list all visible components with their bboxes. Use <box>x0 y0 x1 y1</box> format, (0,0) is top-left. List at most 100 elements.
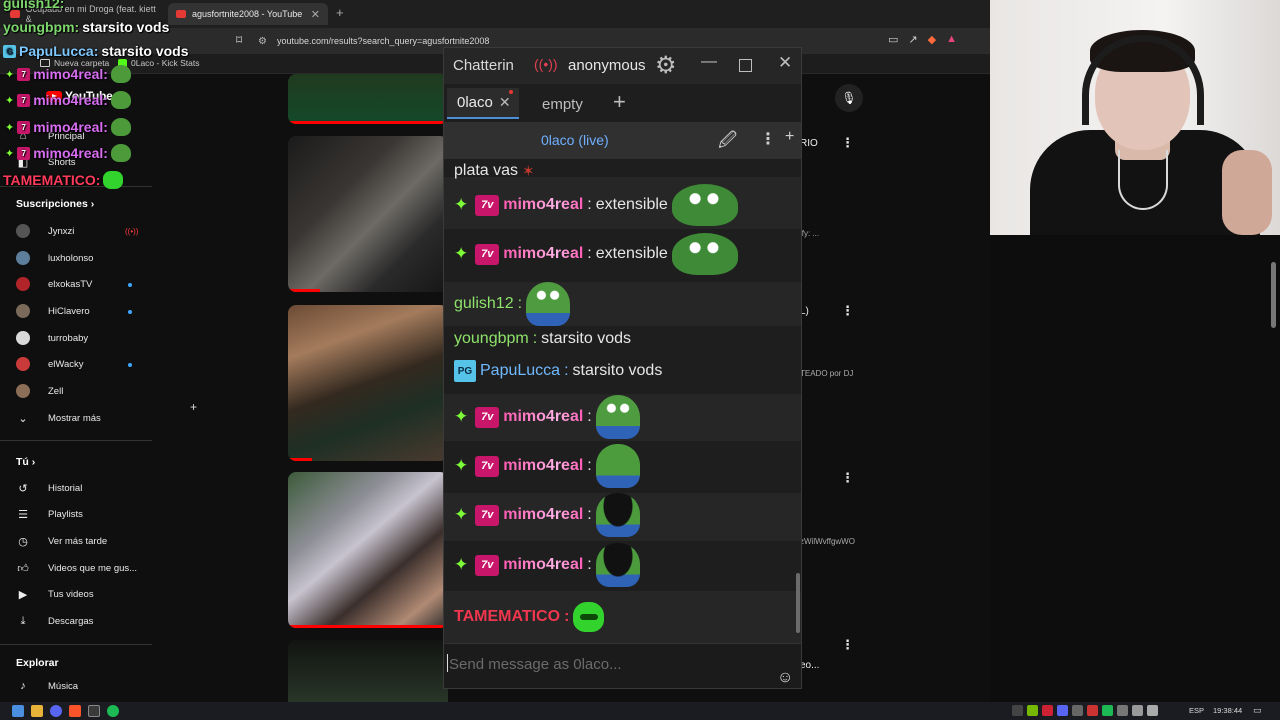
chat-username[interactable]: mimo4real <box>503 245 583 263</box>
chat-username[interactable]: gulish12 <box>454 295 514 313</box>
microphone-icon[interactable]: 🎙︎ <box>835 84 863 112</box>
subscriptions-heading[interactable]: Suscripciones › <box>16 198 94 210</box>
clock-icon: ◷ <box>18 535 28 548</box>
rewards-icon[interactable]: ▲ <box>946 33 957 46</box>
message-text: starsito vods <box>541 330 631 347</box>
chat-username[interactable]: mimo4real <box>503 556 583 574</box>
tab-empty[interactable]: empty <box>542 96 583 113</box>
history-icon: ↺ <box>18 482 28 495</box>
sidebar-item-zell[interactable]: Zell <box>16 381 63 401</box>
chatterin-icon[interactable] <box>88 705 100 717</box>
chat-username[interactable]: youngbpm <box>454 330 529 348</box>
emoji-picker-icon[interactable]: ☺ <box>777 669 793 687</box>
tray-app-icon[interactable] <box>1042 705 1053 716</box>
explore-heading: Explorar <box>16 657 59 669</box>
tray-spotify-icon[interactable] <box>1102 705 1113 716</box>
avatar <box>16 277 30 291</box>
notifications-icon[interactable]: ▭ <box>1253 705 1262 716</box>
message-input[interactable] <box>447 653 767 675</box>
browser-tab-youtube[interactable]: agusfortnite2008 - YouTube ✕ <box>168 3 328 25</box>
close-tab-icon[interactable]: ✕ <box>499 94 511 111</box>
chat-message: ✦ 7v mimo4real: <box>454 493 640 537</box>
discord-icon[interactable] <box>50 705 62 717</box>
nvidia-icon[interactable] <box>1027 705 1038 716</box>
new-content-dot <box>128 283 132 287</box>
tray-discord-icon[interactable] <box>1057 705 1068 716</box>
chat-username[interactable]: TAMEMATICO <box>454 608 560 626</box>
site-settings-icon[interactable]: ⚙ <box>258 36 267 47</box>
sidebar-item-jynxzi[interactable]: Jynxzi <box>16 221 74 241</box>
page-scrollbar[interactable] <box>1271 262 1276 328</box>
chat-scrollbar[interactable] <box>796 573 800 633</box>
chat-username[interactable]: PapuLucca <box>480 362 560 380</box>
new-content-dot <box>128 310 132 314</box>
clock[interactable]: 19:38:44 <box>1213 706 1242 715</box>
sidebar-item-turrobaby[interactable]: turrobaby <box>16 328 88 348</box>
minimize-icon[interactable]: — <box>701 53 717 71</box>
sidebar-item-elwacky[interactable]: elWacky <box>16 354 84 374</box>
pepe-emote-icon <box>671 184 738 226</box>
chat-username[interactable]: mimo4real <box>503 457 583 475</box>
message-text: extensible <box>595 245 668 262</box>
add-tab-icon[interactable]: + <box>613 89 626 115</box>
tray-app-icon[interactable] <box>1132 705 1143 716</box>
blob-emote-icon <box>103 171 124 189</box>
account-button[interactable]: anonymous <box>568 57 646 74</box>
language-indicator[interactable]: ESP <box>1189 706 1204 715</box>
file-explorer-icon[interactable] <box>31 705 43 717</box>
tray-app-icon[interactable] <box>1072 705 1083 716</box>
video-thumbnail[interactable] <box>288 640 448 702</box>
new-tab-button[interactable]: + <box>336 5 344 20</box>
brave-icon[interactable] <box>69 705 81 717</box>
maximize-icon[interactable] <box>739 59 752 72</box>
pepe-emote-icon <box>110 65 131 83</box>
seven-tv-badge-icon: 7 <box>17 146 31 160</box>
sidebar-item-music[interactable]: ♪ Música <box>16 676 78 696</box>
tray-app-icon[interactable] <box>1012 705 1023 716</box>
close-icon[interactable]: ✕ <box>778 53 792 73</box>
watch-progress-bar <box>288 289 320 292</box>
sidebar-item-your-videos[interactable]: ▶ Tus videos <box>16 584 94 604</box>
tray-app-icon[interactable] <box>1117 705 1128 716</box>
avatar <box>16 224 30 238</box>
settings-gear-icon[interactable]: ⚙ <box>655 51 677 80</box>
video-thumbnail[interactable] <box>288 472 448 628</box>
tray-app-icon[interactable] <box>1087 705 1098 716</box>
moderation-sword-icon[interactable]: 🖉︎ <box>718 128 737 158</box>
bookmark-icon[interactable]: ⌑ <box>236 33 242 47</box>
tab-0laco[interactable]: 0laco ✕ <box>447 88 519 119</box>
chat-username[interactable]: mimo4real <box>503 408 583 426</box>
video-thumbnail[interactable] <box>288 305 448 461</box>
start-icon[interactable] <box>12 705 24 717</box>
show-more-button[interactable]: ⌄ Mostrar más <box>16 408 100 428</box>
channel-name[interactable]: 0laco (live) <box>541 132 609 148</box>
spotify-icon[interactable] <box>107 705 119 717</box>
video-menu-icon[interactable]: ⋮ <box>841 470 854 486</box>
sidebar-item-downloads[interactable]: ⤓ Descargas <box>16 611 94 631</box>
sidebar-item-liked-videos[interactable]: 👍︎ Videos que me gus... <box>16 558 137 578</box>
video-thumbnail[interactable] <box>288 136 448 292</box>
chat-username[interactable]: mimo4real <box>503 196 583 214</box>
cast-icon[interactable]: ▭ <box>888 33 898 46</box>
close-tab-icon[interactable]: ✕ <box>311 8 320 21</box>
video-thumbnail[interactable] <box>288 74 448 124</box>
sidebar-item-luxholonso[interactable]: luxholonso <box>16 248 93 268</box>
sidebar-item-hiclavero[interactable]: HiClavero <box>16 301 90 321</box>
tray-wifi-icon[interactable] <box>1147 705 1158 716</box>
video-menu-icon[interactable]: ⋮ <box>841 303 854 319</box>
chevron-down-icon: ⌄ <box>18 412 28 425</box>
chat-message: PG PapuLucca: starsito vods <box>454 360 662 382</box>
you-heading[interactable]: Tú › <box>16 456 35 468</box>
colon: : <box>587 196 592 213</box>
add-split-icon[interactable]: + <box>785 128 794 146</box>
share-icon[interactable]: ↗ <box>908 33 917 46</box>
sidebar-item-playlists[interactable]: ☰ Playlists <box>16 504 83 524</box>
video-menu-icon[interactable]: ⋮ <box>841 135 854 151</box>
brave-shield-icon[interactable]: ◆ <box>928 33 936 46</box>
chat-username[interactable]: mimo4real <box>503 506 583 524</box>
sidebar-item-historial[interactable]: ↺ Historial <box>16 478 82 498</box>
channel-menu-icon[interactable]: ⋮ <box>760 129 776 149</box>
video-menu-icon[interactable]: ⋮ <box>841 637 854 653</box>
sidebar-item-watch-later[interactable]: ◷ Ver más tarde <box>16 531 107 551</box>
sidebar-item-elxokastv[interactable]: elxokasTV <box>16 274 92 294</box>
